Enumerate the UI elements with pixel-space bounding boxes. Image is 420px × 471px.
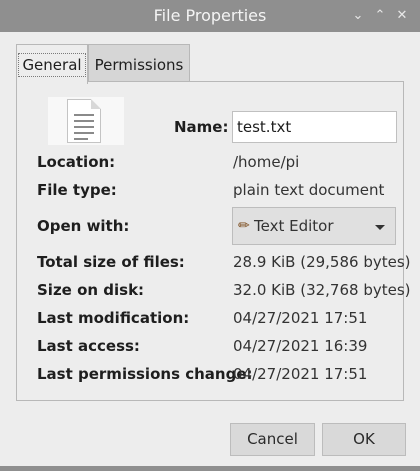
ok-button[interactable]: OK — [322, 423, 406, 456]
location-value: /home/pi — [233, 153, 300, 171]
open-with-dropdown[interactable]: ✏ Text Editor — [232, 207, 396, 245]
chevron-down-icon[interactable]: ⌄ — [349, 7, 367, 25]
name-field-value: test.txt — [237, 118, 292, 136]
disk-size-label: Size on disk: — [37, 281, 145, 299]
filetype-label: File type: — [37, 181, 117, 199]
disk-size-value: 32.0 KiB (32,768 bytes) — [233, 281, 411, 299]
close-icon[interactable]: ✕ — [393, 7, 411, 25]
tab-general[interactable]: General — [16, 44, 88, 84]
openwith-label: Open with: — [37, 217, 130, 235]
chevron-up-icon[interactable]: ⌃ — [371, 7, 389, 25]
total-size-value: 28.9 KiB (29,586 bytes) — [233, 253, 411, 271]
text-document-icon — [67, 99, 101, 143]
last-permissions-change-label: Last permissions change: — [37, 365, 253, 383]
name-label: Name: — [174, 118, 229, 136]
cancel-button[interactable]: Cancel — [230, 423, 315, 456]
last-access-label: Last access: — [37, 337, 140, 355]
total-size-label: Total size of files: — [37, 253, 185, 271]
location-label: Location: — [37, 153, 116, 171]
open-with-value: Text Editor — [254, 217, 334, 235]
tab-general-label: General — [18, 53, 86, 77]
last-modification-label: Last modification: — [37, 309, 190, 327]
pencil-icon: ✏ — [238, 218, 250, 234]
last-modification-value: 04/27/2021 17:51 — [233, 309, 368, 327]
tab-permissions[interactable]: Permissions — [88, 44, 190, 82]
name-field[interactable]: test.txt — [232, 111, 397, 143]
title-bar[interactable]: File Properties ⌄ ⌃ ✕ — [0, 0, 420, 32]
taskbar-edge — [0, 466, 420, 471]
last-access-value: 04/27/2021 16:39 — [233, 337, 368, 355]
tab-permissions-label: Permissions — [94, 56, 184, 74]
filetype-value: plain text document — [233, 181, 385, 199]
file-icon-button[interactable] — [48, 97, 124, 145]
dropdown-arrow-icon — [375, 225, 385, 230]
last-permissions-change-value: 04/27/2021 17:51 — [233, 365, 368, 383]
